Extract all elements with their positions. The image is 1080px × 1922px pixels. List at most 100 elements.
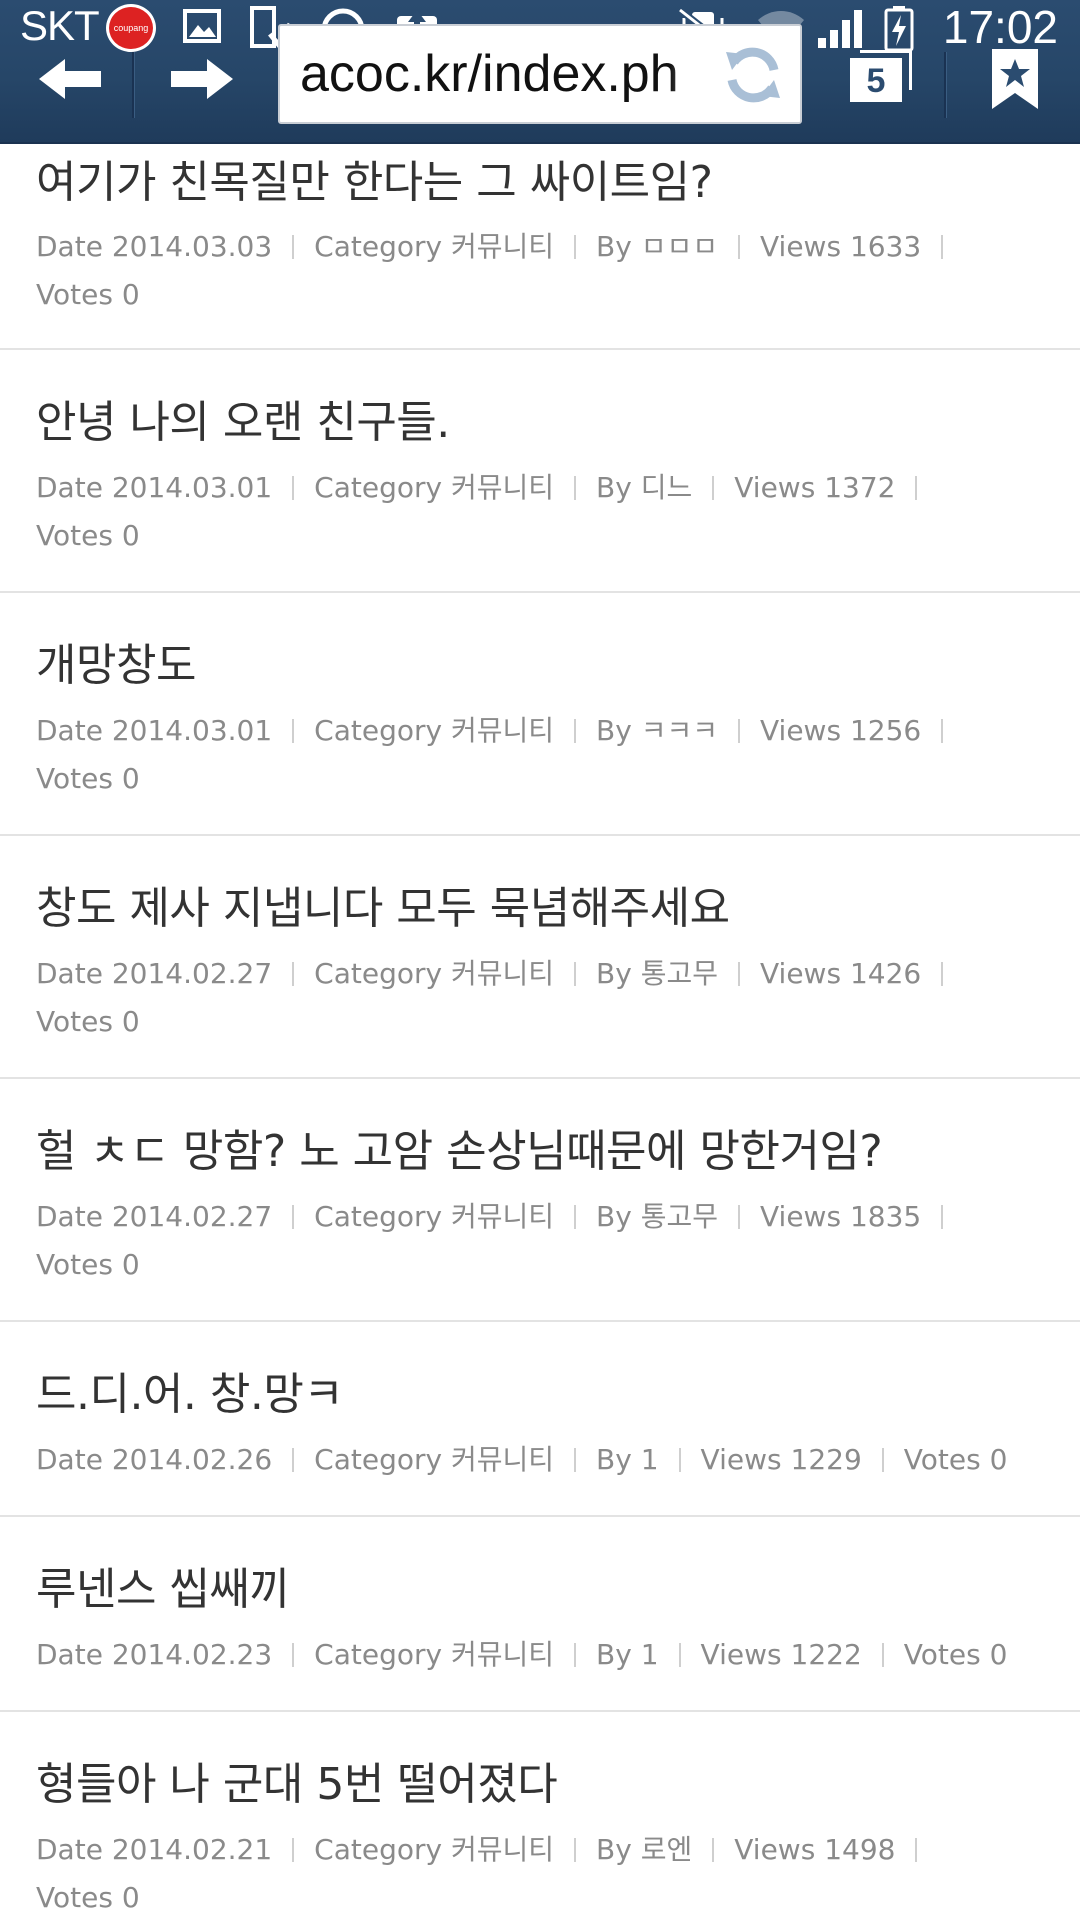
post-title[interactable]: 루넨스 씹쌔끼 [36, 1553, 290, 1617]
meta-separator [712, 1838, 715, 1862]
meta-separator [292, 1643, 295, 1667]
meta-separator [574, 1205, 577, 1229]
post-category: Category 커뮤니티 [314, 1200, 555, 1233]
post-title[interactable]: 헐 ㅊㄷ 망함? 노 고암 손상님때문에 망한거임? [36, 1115, 883, 1179]
meta-separator [738, 235, 740, 259]
post-date: Date 2014.02.26 [36, 1443, 273, 1476]
meta-separator [292, 1448, 295, 1472]
post-meta: Date 2014.03.03 Category 커뮤니티 By ㅁㅁㅁ Views … [36, 223, 1016, 319]
post-title[interactable]: 창도 제사 지냅니다 모두 묵념해주세요 [36, 872, 730, 936]
toolbar-divider [132, 52, 134, 118]
post-votes: Votes 0 [36, 762, 140, 795]
post-item[interactable]: 드.디.어. 창.망ㅋ Date 2014.02.26 Category 커뮤니티… [0, 1322, 1080, 1517]
post-meta: Date 2014.03.01 Category 커뮤니티 By ㅋㅋㅋ Views … [36, 707, 1016, 803]
post-title[interactable]: 드.디.어. 창.망ㅋ [36, 1358, 344, 1422]
meta-separator [574, 1838, 577, 1862]
post-views: Views 1229 [700, 1443, 862, 1476]
meta-separator [712, 476, 715, 500]
meta-separator [678, 1448, 681, 1472]
arrow-right-icon [167, 57, 237, 105]
signal-strength-icon [816, 6, 866, 50]
meta-separator [881, 1643, 884, 1667]
meta-separator [941, 1205, 944, 1229]
meta-separator [574, 1448, 577, 1472]
post-views: Views 1835 [760, 1200, 922, 1233]
post-meta: Date 2014.02.27 Category 커뮤니티 By 통고무 Views … [36, 1193, 1016, 1289]
post-item[interactable]: 형들아 나 군대 5번 떨어졌다 Date 2014.02.21 Category… [0, 1712, 1080, 1920]
post-votes: Votes 0 [903, 1443, 1008, 1476]
meta-separator [292, 719, 295, 743]
post-meta: Date 2014.02.27 Category 커뮤니티 By 통고무 Views … [36, 950, 1016, 1046]
meta-separator [915, 1838, 918, 1862]
post-views: Views 1222 [700, 1638, 862, 1671]
post-item[interactable]: 여기가 친목질만 한다는 그 싸이트임? Date 2014.03.03 Cate… [0, 142, 1080, 350]
post-date: Date 2014.02.21 [36, 1833, 273, 1866]
post-date: Date 2014.02.27 [36, 957, 273, 990]
bookmark-star-icon [990, 47, 1040, 115]
meta-separator [678, 1643, 681, 1667]
post-author: By ㅋㅋㅋ [596, 714, 718, 747]
post-item[interactable]: 개망창도 Date 2014.03.01 Category 커뮤니티 By ㅋㅋㅋ V… [0, 593, 1080, 836]
post-date: Date 2014.03.01 [36, 714, 273, 747]
back-button[interactable] [24, 42, 116, 120]
meta-separator [881, 1448, 884, 1472]
post-item[interactable]: 안녕 나의 오랜 친구들. Date 2014.03.01 Category 커뮤… [0, 350, 1080, 593]
post-date: Date 2014.03.03 [36, 230, 273, 263]
post-votes: Votes 0 [36, 519, 140, 552]
arrow-left-icon [35, 57, 105, 105]
post-title[interactable]: 형들아 나 군대 5번 떨어졌다 [36, 1748, 558, 1812]
meta-separator [738, 719, 740, 743]
post-author: By 1 [596, 1443, 659, 1476]
post-category: Category 커뮤니티 [314, 471, 555, 504]
reload-icon[interactable] [718, 40, 788, 114]
meta-separator [292, 1838, 295, 1862]
meta-separator [292, 235, 295, 259]
post-author: By 디느 [596, 471, 693, 504]
post-votes: Votes 0 [36, 1005, 140, 1038]
meta-separator [941, 235, 944, 259]
post-item[interactable]: 창도 제사 지냅니다 모두 묵념해주세요 Date 2014.02.27 Cate… [0, 836, 1080, 1079]
post-meta: Date 2014.03.01 Category 커뮤니티 By 디느 Views 1… [36, 464, 1016, 560]
meta-separator [292, 476, 295, 500]
post-item[interactable]: 헐 ㅊㄷ 망함? 노 고암 손상님때문에 망한거임? Date 2014.02.… [0, 1079, 1080, 1322]
meta-separator [292, 962, 295, 986]
meta-separator [292, 1205, 295, 1229]
meta-separator [941, 962, 944, 986]
post-votes: Votes 0 [36, 278, 140, 311]
meta-separator [574, 1643, 577, 1667]
bookmark-button[interactable] [980, 42, 1050, 120]
post-votes: Votes 0 [903, 1638, 1008, 1671]
post-views: Views 1498 [734, 1833, 896, 1866]
post-date: Date 2014.03.01 [36, 471, 273, 504]
meta-separator [738, 962, 740, 986]
post-views: Views 1426 [760, 957, 922, 990]
post-votes: Votes 0 [36, 1248, 140, 1281]
meta-separator [915, 476, 918, 500]
meta-separator [941, 719, 944, 743]
post-item[interactable]: 루넨스 씹쌔끼 Date 2014.02.23 Category 커뮤니티 By 1… [0, 1517, 1080, 1712]
post-title[interactable]: 개망창도 [36, 629, 196, 693]
post-category: Category 커뮤니티 [314, 1443, 555, 1476]
post-views: Views 1372 [734, 471, 896, 504]
post-category: Category 커뮤니티 [314, 1833, 555, 1866]
forward-button[interactable] [156, 42, 248, 120]
post-votes: Votes 0 [36, 1881, 140, 1914]
meta-separator [574, 476, 577, 500]
post-meta: Date 2014.02.21 Category 커뮤니티 By 로엔 Views 1… [36, 1826, 1016, 1922]
address-bar[interactable]: acoc.kr/index.ph [278, 24, 802, 124]
post-title[interactable]: 여기가 친목질만 한다는 그 싸이트임? [36, 146, 713, 210]
post-meta: Date 2014.02.26 Category 커뮤니티 By 1 Views 12… [36, 1436, 1016, 1484]
post-category: Category 커뮤니티 [314, 230, 555, 263]
post-category: Category 커뮤니티 [314, 714, 555, 747]
post-date: Date 2014.02.23 [36, 1638, 273, 1671]
meta-separator [574, 962, 577, 986]
meta-separator [574, 719, 577, 743]
post-date: Date 2014.02.27 [36, 1200, 273, 1233]
post-title[interactable]: 안녕 나의 오랜 친구들. [36, 386, 450, 450]
tabs-button[interactable]: 5 [846, 50, 914, 106]
post-author: By 통고무 [596, 957, 718, 990]
battery-charging-icon [884, 6, 914, 52]
browser-top-bar: SKT coupang 17:02 acoc.kr/index.ph 5 [0, 0, 1080, 144]
post-views: Views 1256 [760, 714, 922, 747]
post-author: By 1 [596, 1638, 659, 1671]
